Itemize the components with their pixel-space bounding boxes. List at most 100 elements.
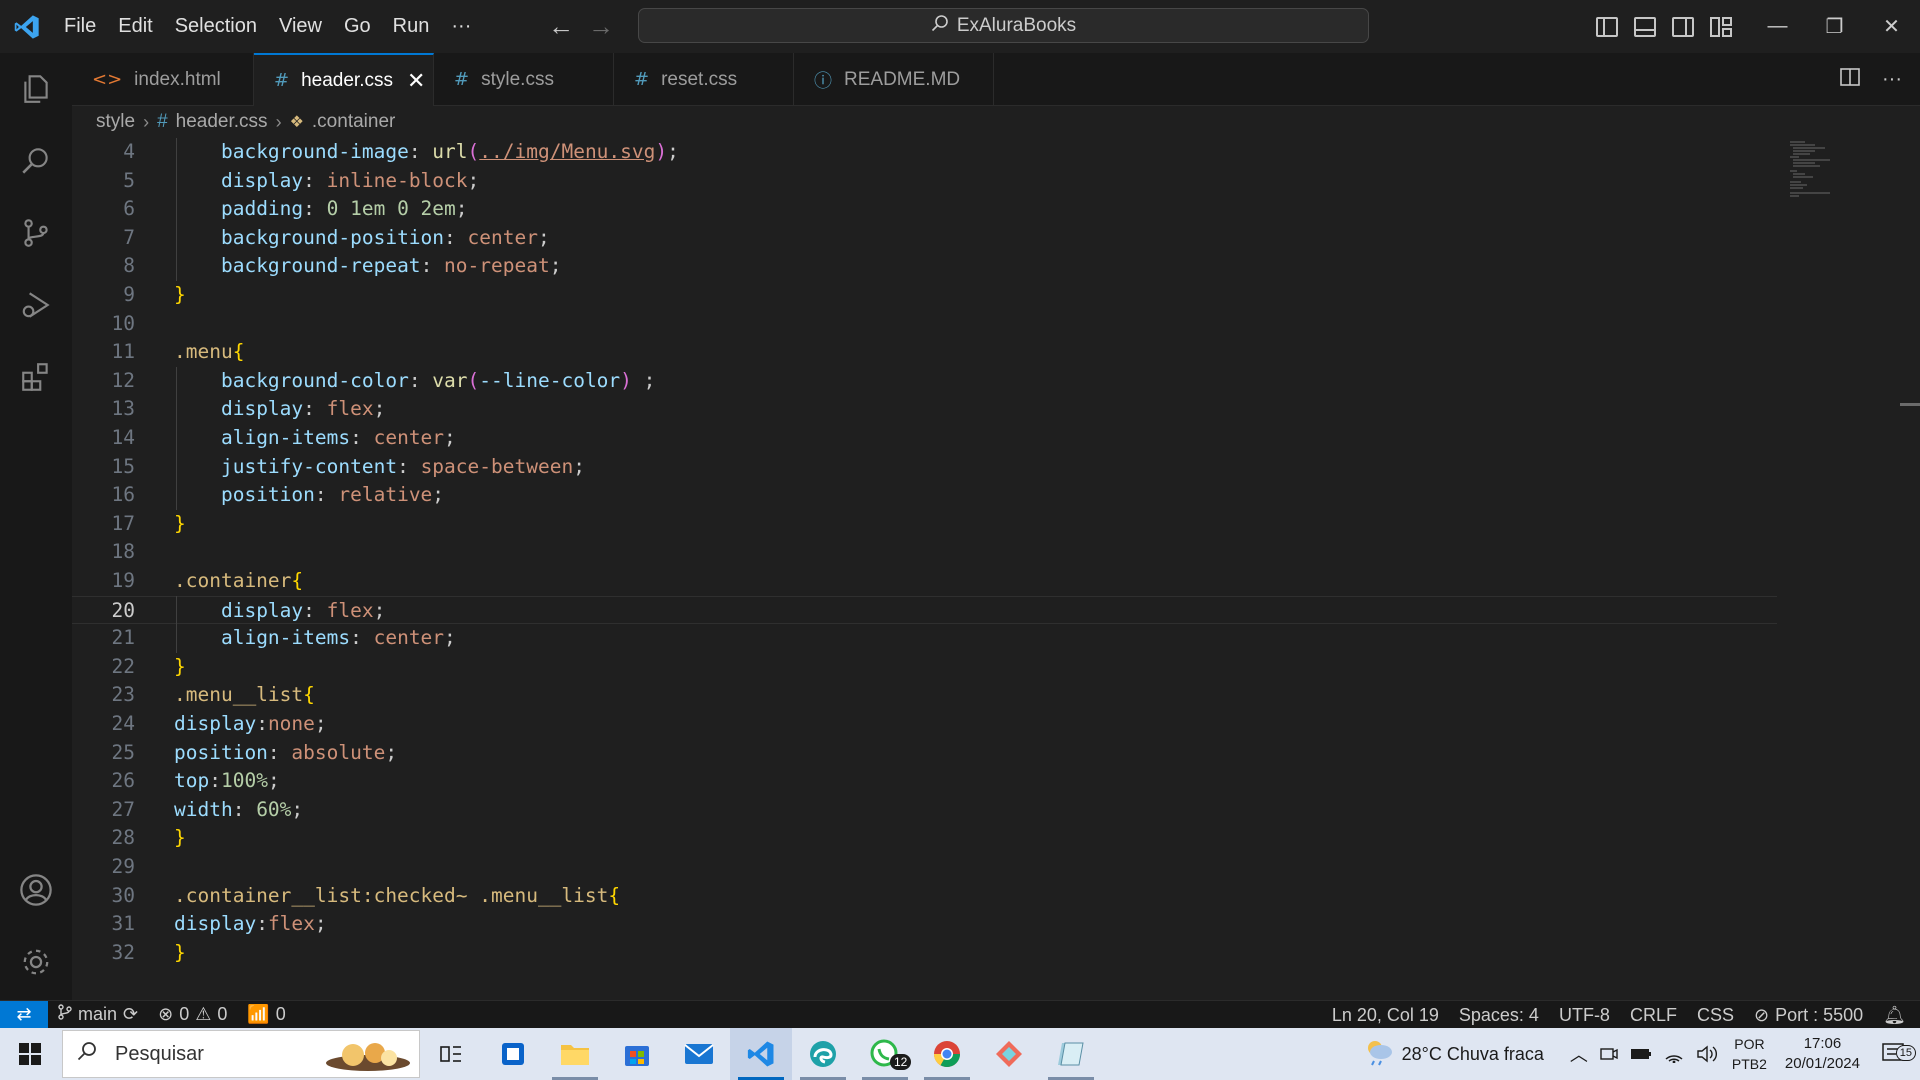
language-mode[interactable]: CSS [1687, 1005, 1744, 1026]
code-line[interactable]: 22} [72, 653, 1777, 682]
code-line[interactable]: 14 align-items: center; [72, 424, 1777, 453]
arrow-left-icon[interactable]: ← [548, 11, 574, 42]
code-line[interactable]: 4 background-image: url(../img/Menu.svg)… [72, 138, 1777, 167]
breadcrumb-symbol[interactable]: .container [312, 111, 395, 133]
code-line[interactable]: 26 top:100%; [72, 767, 1777, 796]
menu-more[interactable]: ··· [440, 0, 482, 53]
code-line[interactable]: 7 background-position: center; [72, 224, 1777, 253]
notification-center-icon[interactable]: 15 [1870, 1043, 1920, 1065]
code-line[interactable]: 16 position: relative; [72, 481, 1777, 510]
code-line[interactable]: 6 padding: 0 1em 0 2em; [72, 195, 1777, 224]
input-language[interactable]: POR PTB2 [1724, 1034, 1775, 1074]
mail-icon[interactable] [668, 1028, 730, 1080]
notes-app-icon[interactable] [1040, 1028, 1102, 1080]
encoding[interactable]: UTF-8 [1549, 1005, 1620, 1026]
weather-widget[interactable]: 28°C Chuva fraca [1358, 1038, 1564, 1071]
search-icon[interactable] [0, 125, 72, 197]
tab-reset-css[interactable]: # reset.css [614, 53, 794, 106]
branch-indicator[interactable]: main ⟳ [48, 1004, 148, 1025]
code-line[interactable]: 15 justify-content: space-between; [72, 453, 1777, 482]
code-line[interactable]: 28} [72, 824, 1777, 853]
breadcrumb-file[interactable]: header.css [176, 111, 268, 133]
code-line[interactable]: 19 .container{ [72, 567, 1777, 596]
live-server-port[interactable]: ⊘ Port : 5500 [1744, 1005, 1873, 1026]
sync-icon[interactable]: ⟳ [123, 1004, 138, 1025]
extensions-icon[interactable] [0, 341, 72, 413]
task-view-icon[interactable] [420, 1028, 482, 1080]
accounts-icon[interactable] [0, 854, 72, 926]
remote-indicator-icon[interactable]: ⇄ [0, 1000, 48, 1029]
breadcrumb-folder[interactable]: style [96, 111, 135, 133]
code-line[interactable]: 5 display: inline-block; [72, 167, 1777, 196]
chevron-up-icon[interactable]: ︿ [1564, 1041, 1594, 1067]
bell-icon[interactable]: 🔔︎ [1873, 1005, 1920, 1026]
code-line[interactable]: 21 align-items: center; [72, 624, 1777, 653]
file-explorer-icon[interactable] [544, 1028, 606, 1080]
settings-gear-icon[interactable] [0, 926, 72, 998]
close-window-icon[interactable]: ✕ [1863, 0, 1920, 53]
indentation[interactable]: Spaces: 4 [1449, 1005, 1549, 1026]
code-editor[interactable]: 4 background-image: url(../img/Menu.svg)… [72, 138, 1920, 1000]
tab-style-css[interactable]: # style.css [434, 53, 614, 106]
minimap[interactable] [1785, 138, 1855, 208]
tab-readme[interactable]: ⓘ README.MD [794, 53, 994, 106]
cursor-position[interactable]: Ln 20, Col 19 [1322, 1005, 1449, 1026]
code-line[interactable]: 18 [72, 538, 1777, 567]
code-line[interactable]: 32} [72, 939, 1777, 968]
menu-edit[interactable]: Edit [107, 0, 163, 53]
code-line[interactable]: 17} [72, 510, 1777, 539]
menu-run[interactable]: Run [382, 0, 441, 53]
customize-layout-icon[interactable] [1710, 16, 1732, 37]
tab-header-css[interactable]: # header.css ✕ [254, 53, 434, 106]
gitkraken-icon[interactable] [978, 1028, 1040, 1080]
toggle-primary-sidebar-icon[interactable] [1596, 16, 1618, 37]
meet-icon[interactable] [1594, 1046, 1624, 1062]
toggle-panel-icon[interactable] [1634, 16, 1656, 37]
problems-indicator[interactable]: ⊗ 0 ⚠ 0 [148, 1004, 237, 1025]
code-line[interactable]: 24 display:none; [72, 710, 1777, 739]
windows-start-icon[interactable] [0, 1028, 60, 1080]
code-line[interactable]: 8 background-repeat: no-repeat; [72, 252, 1777, 281]
code-line[interactable]: 11 .menu{ [72, 338, 1777, 367]
code-line[interactable]: 27 width: 60%; [72, 796, 1777, 825]
code-line[interactable]: 12 background-color: var(--line-color) ; [72, 367, 1777, 396]
code-line[interactable]: 25 position: absolute; [72, 739, 1777, 768]
command-center-search[interactable]: ExAluraBooks [638, 8, 1369, 43]
end-of-line[interactable]: CRLF [1620, 1005, 1687, 1026]
ports-indicator[interactable]: 📶 0 [237, 1004, 295, 1025]
widgets-icon[interactable] [482, 1028, 544, 1080]
source-control-icon[interactable] [0, 197, 72, 269]
code-line[interactable]: 20 display: flex; [72, 595, 1777, 625]
code-line[interactable]: 29 [72, 853, 1777, 882]
more-actions-icon[interactable]: ··· [1882, 68, 1902, 91]
chrome-icon[interactable] [916, 1028, 978, 1080]
menu-view[interactable]: View [268, 0, 333, 53]
code-line[interactable]: 23 .menu__list{ [72, 681, 1777, 710]
toggle-secondary-sidebar-icon[interactable] [1672, 16, 1694, 37]
code-line[interactable]: 9} [72, 281, 1777, 310]
microsoft-store-icon[interactable] [606, 1028, 668, 1080]
tab-index-html[interactable]: <> index.html [72, 53, 254, 106]
vscode-taskbar-icon[interactable] [730, 1028, 792, 1080]
edge-browser-icon[interactable] [792, 1028, 854, 1080]
menu-selection[interactable]: Selection [164, 0, 268, 53]
code-line[interactable]: 10 [72, 310, 1777, 339]
menu-file[interactable]: File [53, 0, 107, 53]
minimize-icon[interactable]: — [1749, 0, 1806, 53]
code-line[interactable]: 13 display: flex; [72, 395, 1777, 424]
volume-icon[interactable] [1690, 1045, 1724, 1063]
code-line[interactable]: 31 display:flex; [72, 910, 1777, 939]
split-editor-icon[interactable] [1840, 67, 1860, 92]
arrow-right-icon[interactable]: → [588, 11, 614, 42]
code-line[interactable]: 30 .container__list:checked~ .menu__list{ [72, 882, 1777, 911]
run-debug-icon[interactable] [0, 269, 72, 341]
scrollbar-marker[interactable] [1900, 403, 1920, 406]
taskbar-search[interactable]: Pesquisar [62, 1030, 420, 1078]
close-icon[interactable]: ✕ [407, 68, 425, 94]
explorer-icon[interactable] [0, 53, 72, 125]
menu-go[interactable]: Go [333, 0, 382, 53]
clock[interactable]: 17:06 20/01/2024 [1775, 1034, 1870, 1074]
whatsapp-icon[interactable]: 12 [854, 1028, 916, 1080]
battery-icon[interactable] [1624, 1047, 1658, 1061]
wifi-icon[interactable] [1658, 1045, 1690, 1063]
